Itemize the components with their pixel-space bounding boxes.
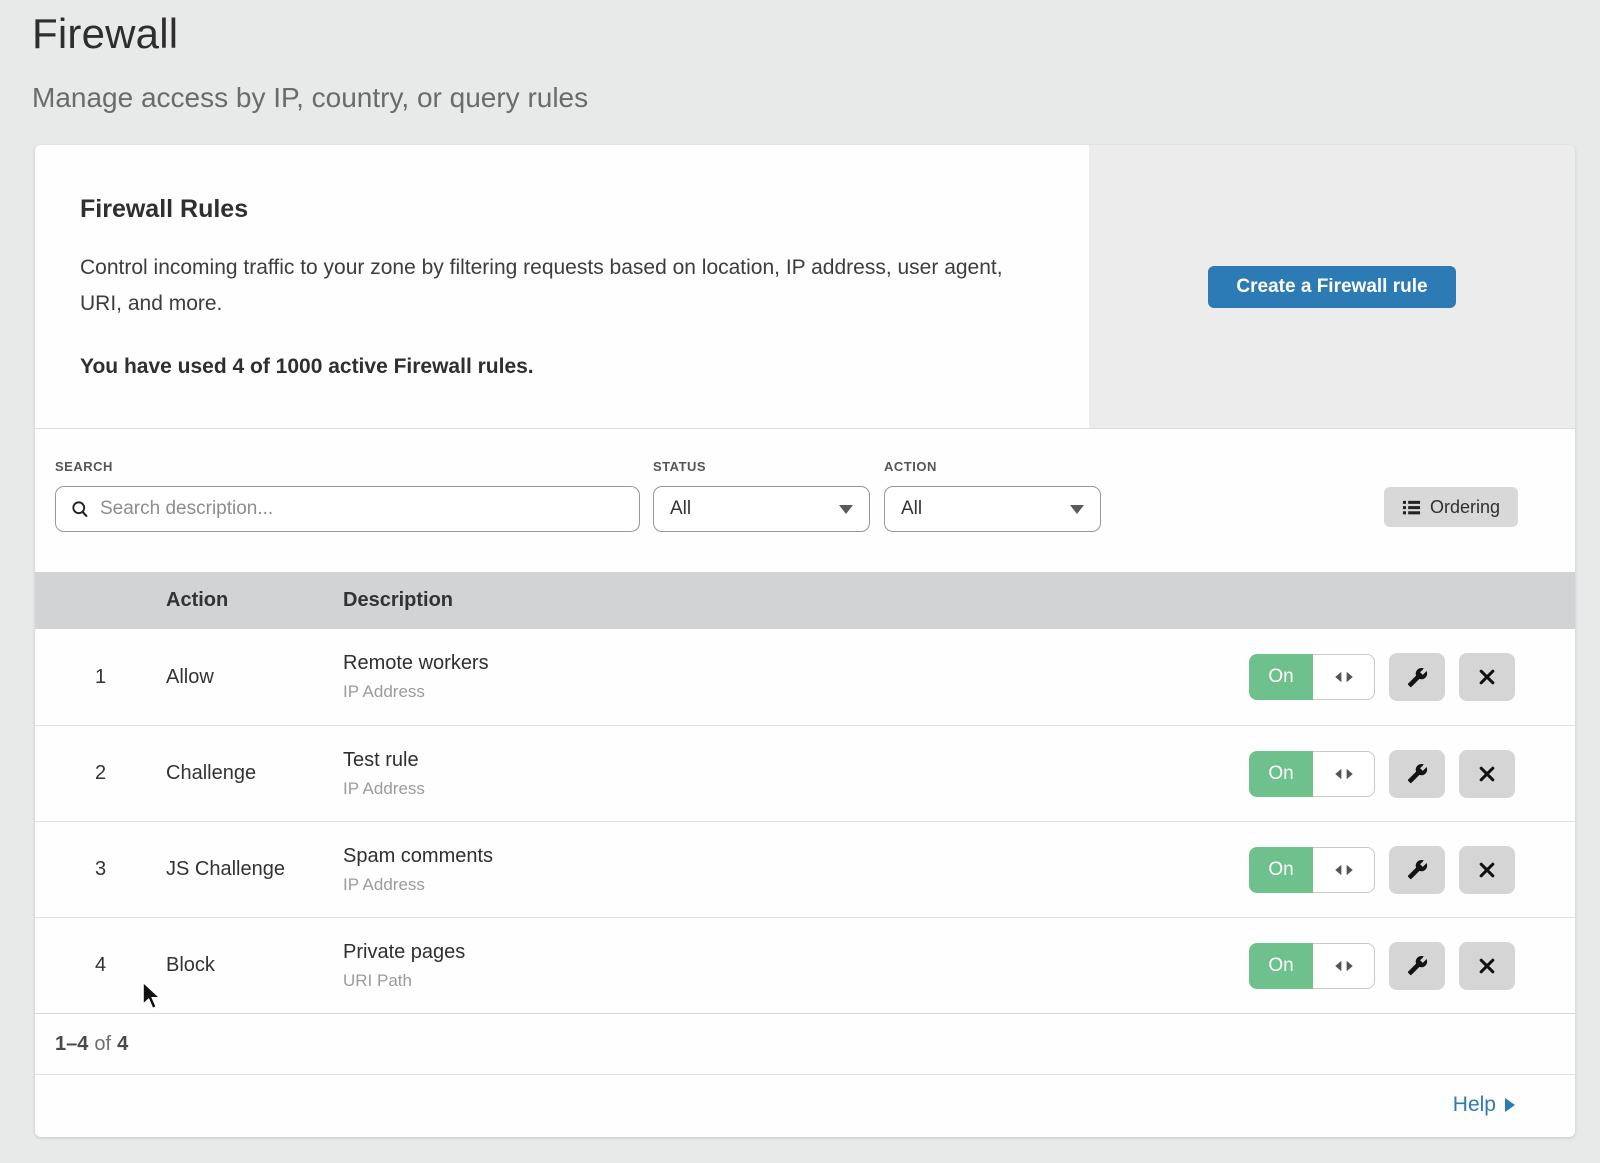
rule-enabled-toggle[interactable]: On [1249,847,1375,893]
action-select[interactable]: All [884,486,1101,532]
rule-priority: 3 [35,858,166,881]
rule-description: Test rule [343,749,1249,772]
description-column-header: Description [343,589,1575,612]
rule-match-type: IP Address [343,779,1249,799]
filters-bar: SEARCH STATUS All ACTION All [35,429,1575,572]
toggle-arrows-icon [1313,847,1375,893]
delete-rule-button[interactable] [1459,750,1515,798]
rule-action: Challenge [166,762,343,785]
table-header: Action Description [35,572,1575,629]
magnifier-icon [70,499,90,519]
rules-usage-count: You have used 4 of 1000 active Firewall … [80,355,1044,379]
ordering-button-label: Ordering [1430,497,1500,518]
range-start: 1–4 [55,1033,88,1056]
intro-description: Control incoming traffic to your zone by… [80,250,1025,322]
delete-rule-button[interactable] [1459,653,1515,701]
toggle-on-label: On [1249,751,1313,797]
rule-priority: 2 [35,762,166,785]
wrench-icon [1407,667,1428,688]
rule-priority: 4 [35,954,166,977]
status-label: STATUS [653,459,870,474]
toggle-arrows-icon [1313,654,1375,700]
toggle-on-label: On [1249,847,1313,893]
rule-enabled-toggle[interactable]: On [1249,943,1375,989]
rule-description: Private pages [343,941,1249,964]
ordering-button[interactable]: Ordering [1384,487,1518,527]
toggle-on-label: On [1249,943,1313,989]
action-filter: ACTION All [884,459,1101,532]
rule-priority: 1 [35,666,166,689]
status-filter: STATUS All [653,459,870,532]
action-column-header: Action [166,589,343,612]
pagination-summary: 1–4 of 4 [35,1013,1575,1074]
rule-description-cell: Private pages URI Path [343,941,1249,991]
intro-heading: Firewall Rules [80,195,1044,224]
rule-controls: On [1249,653,1515,701]
rule-description: Spam comments [343,845,1249,868]
rule-description: Remote workers [343,652,1249,675]
create-firewall-rule-button[interactable]: Create a Firewall rule [1208,266,1456,308]
rule-enabled-toggle[interactable]: On [1249,654,1375,700]
range-total: 4 [117,1033,128,1056]
rule-match-type: IP Address [343,682,1249,702]
table-row: 4 Block Private pages URI Path On [35,917,1575,1013]
arrow-right-icon [1505,1098,1515,1112]
table-row: 2 Challenge Test rule IP Address On [35,725,1575,821]
rule-description-cell: Spam comments IP Address [343,845,1249,895]
chevron-down-icon [1070,505,1084,514]
ordered-list-icon [1402,498,1421,517]
intro-text-panel: Firewall Rules Control incoming traffic … [35,145,1089,428]
search-label: SEARCH [55,459,640,474]
page-header: Firewall Manage access by IP, country, o… [0,0,1600,114]
close-icon [1477,956,1497,976]
create-rule-panel: Create a Firewall rule [1089,145,1575,428]
range-of: of [94,1033,111,1056]
edit-rule-button[interactable] [1389,846,1445,894]
edit-rule-button[interactable] [1389,750,1445,798]
toggle-arrows-icon [1313,943,1375,989]
rule-description-cell: Test rule IP Address [343,749,1249,799]
rule-enabled-toggle[interactable]: On [1249,751,1375,797]
rule-match-type: URI Path [343,971,1249,991]
toggle-on-label: On [1249,654,1313,700]
wrench-icon [1407,955,1428,976]
rule-action: Block [166,954,343,977]
search-filter: SEARCH [55,459,640,532]
action-label: ACTION [884,459,1101,474]
page-subtitle: Manage access by IP, country, or query r… [32,82,1600,114]
help-link-label: Help [1453,1093,1496,1117]
rule-controls: On [1249,750,1515,798]
toggle-arrows-icon [1313,751,1375,797]
page-title: Firewall [32,10,1600,58]
wrench-icon [1407,763,1428,784]
delete-rule-button[interactable] [1459,942,1515,990]
rule-action: JS Challenge [166,858,343,881]
rule-controls: On [1249,942,1515,990]
rule-action: Allow [166,666,343,689]
help-bar: Help [35,1074,1575,1135]
delete-rule-button[interactable] [1459,846,1515,894]
edit-rule-button[interactable] [1389,942,1445,990]
table-row: 1 Allow Remote workers IP Address On [35,629,1575,725]
close-icon [1477,667,1497,687]
search-input[interactable] [100,498,625,520]
close-icon [1477,860,1497,880]
chevron-down-icon [839,505,853,514]
rule-controls: On [1249,846,1515,894]
rule-description-cell: Remote workers IP Address [343,652,1249,702]
action-select-value: All [901,498,922,520]
close-icon [1477,764,1497,784]
wrench-icon [1407,859,1428,880]
firewall-card: Firewall Rules Control incoming traffic … [35,145,1575,1137]
firewall-rules-intro: Firewall Rules Control incoming traffic … [35,145,1575,429]
table-row: 3 JS Challenge Spam comments IP Address … [35,821,1575,917]
rule-match-type: IP Address [343,875,1249,895]
search-box [55,486,640,532]
status-select-value: All [670,498,691,520]
help-link[interactable]: Help [1453,1093,1515,1117]
status-select[interactable]: All [653,486,870,532]
edit-rule-button[interactable] [1389,653,1445,701]
